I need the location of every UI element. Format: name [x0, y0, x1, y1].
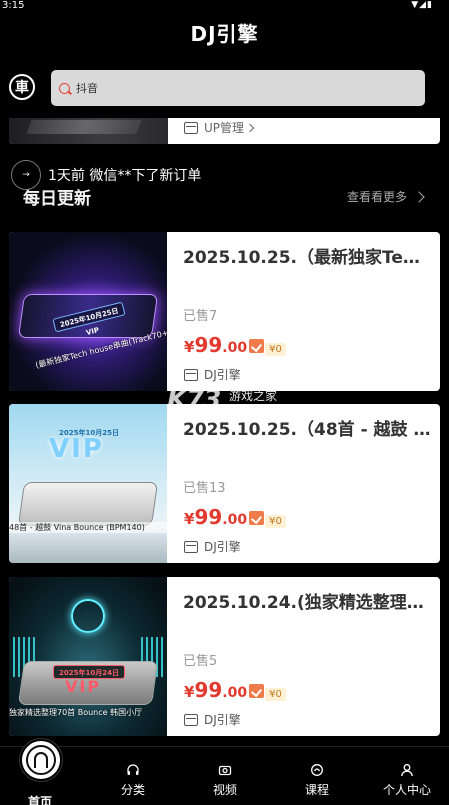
nav-category-label: 分类 [120, 783, 145, 797]
shop-name: DJ引擎 [204, 540, 241, 554]
see-more-link[interactable]: 查看看更多 [346, 188, 425, 205]
product-title: 2025.10.25.（48首 - 越鼓 … [183, 420, 431, 440]
home-icon [26, 745, 56, 775]
coupon-value: ¥0 [265, 343, 286, 356]
product-card[interactable]: 2025年10月24日 VIP 独家精选整理70首 Bounce 韩国小厅 20… [9, 577, 440, 736]
status-time: 3:15 [2, 0, 25, 11]
product-image-vip: VIP [65, 677, 102, 696]
up-manage-label: UP管理 [204, 121, 245, 135]
price-currency: ¥ [184, 683, 195, 701]
nav-profile[interactable]: 个人中心 [362, 747, 449, 798]
top-card-image [9, 118, 168, 144]
top-card[interactable]: UP管理 [9, 118, 440, 144]
price-decimal: .00 [222, 685, 248, 701]
product-title: 2025.10.24.(独家精选整理… [183, 593, 424, 613]
product-price: ¥ 99 .00 ¥0 [184, 505, 286, 529]
product-price: ¥ 99 .00 ¥0 [184, 333, 286, 357]
product-sold: 已售13 [183, 481, 226, 496]
dj-deck-graphic [17, 482, 159, 526]
nav-profile-label: 个人中心 [382, 783, 431, 797]
status-icons: ▼◢▮ [411, 0, 433, 10]
notice-avatar: → [11, 160, 41, 190]
price-integer: 99 [194, 678, 223, 702]
price-integer: 99 [194, 505, 223, 529]
status-bar: 3:15 ▼◢▮ [0, 0, 449, 12]
shop-icon [184, 121, 198, 134]
nav-course-label: 课程 [304, 783, 329, 797]
price-currency: ¥ [184, 510, 195, 528]
price-decimal: .00 [222, 512, 248, 528]
nav-home-label[interactable]: 首页 [28, 793, 52, 805]
nav-category[interactable]: 分类 [88, 747, 178, 798]
logo-icon[interactable]: 車 [9, 74, 35, 100]
order-notice: → 1天前 微信**下了新订单 [11, 160, 201, 190]
search-placeholder: 抖音 [76, 82, 98, 95]
product-card[interactable]: 2025年10月25日VIP (最新独家Tech house串曲(Track70… [9, 232, 440, 391]
see-more-label: 查看看更多 [346, 190, 407, 204]
coupon-icon [249, 511, 265, 525]
nav-video[interactable]: 视频 [180, 747, 270, 798]
price-currency: ¥ [184, 338, 195, 356]
product-price: ¥ 99 .00 ¥0 [184, 678, 286, 702]
price-integer: 99 [194, 333, 223, 357]
clock-icon [71, 599, 105, 633]
chevron-right-icon [413, 190, 425, 203]
shop-name: DJ引擎 [204, 713, 241, 727]
product-image-caption: 独家精选整理70首 Bounce 韩国小厅 [9, 708, 143, 717]
product-image-caption: 48首 - 越鼓 Vina Bounce (BPM140) [9, 522, 167, 533]
nav-home-button[interactable] [20, 739, 62, 781]
product-image: 2025年10月25日 VIP 48首 - 越鼓 Vina Bounce (BP… [9, 404, 167, 563]
product-shop[interactable]: DJ引擎 [184, 711, 241, 728]
app-title: DJ引擎 [190, 22, 259, 46]
shop-icon [184, 713, 198, 726]
chevron-right-icon [245, 123, 255, 132]
headphones-icon [127, 764, 139, 775]
product-shop[interactable]: DJ引擎 [184, 538, 241, 555]
shop-icon [184, 540, 198, 553]
shop-icon [184, 368, 198, 381]
coupon-value: ¥0 [265, 688, 286, 701]
product-card[interactable]: 2025年10月25日 VIP 48首 - 越鼓 Vina Bounce (BP… [9, 404, 440, 563]
user-icon [401, 764, 413, 777]
search-icon [59, 82, 70, 94]
coupon-icon [249, 684, 265, 698]
price-decimal: .00 [222, 340, 248, 356]
product-image: 2025年10月25日VIP (最新独家Tech house串曲(Track70… [9, 232, 167, 391]
product-sold: 已售7 [183, 309, 218, 324]
camera-icon [218, 765, 232, 776]
nav-course[interactable]: 课程 [272, 747, 362, 798]
coupon-icon [249, 339, 265, 353]
nav-video-label: 视频 [212, 783, 237, 797]
notice-text: 1天前 微信**下了新订单 [48, 168, 202, 184]
coupon-value: ¥0 [265, 515, 286, 528]
product-image: 2025年10月24日 VIP 独家精选整理70首 Bounce 韩国小厅 [9, 577, 167, 736]
product-image-vip: VIP [49, 434, 104, 464]
shop-name: DJ引擎 [204, 368, 241, 382]
search-input[interactable]: 抖音 [51, 70, 425, 106]
product-shop[interactable]: DJ引擎 [184, 366, 241, 383]
product-title: 2025.10.25.（最新独家Te… [183, 248, 420, 268]
bottom-nav: 首页 分类 视频 课程 个人中心 [0, 739, 449, 805]
course-icon [311, 764, 323, 776]
product-sold: 已售5 [183, 654, 218, 669]
up-manage-link[interactable]: UP管理 [184, 119, 255, 136]
